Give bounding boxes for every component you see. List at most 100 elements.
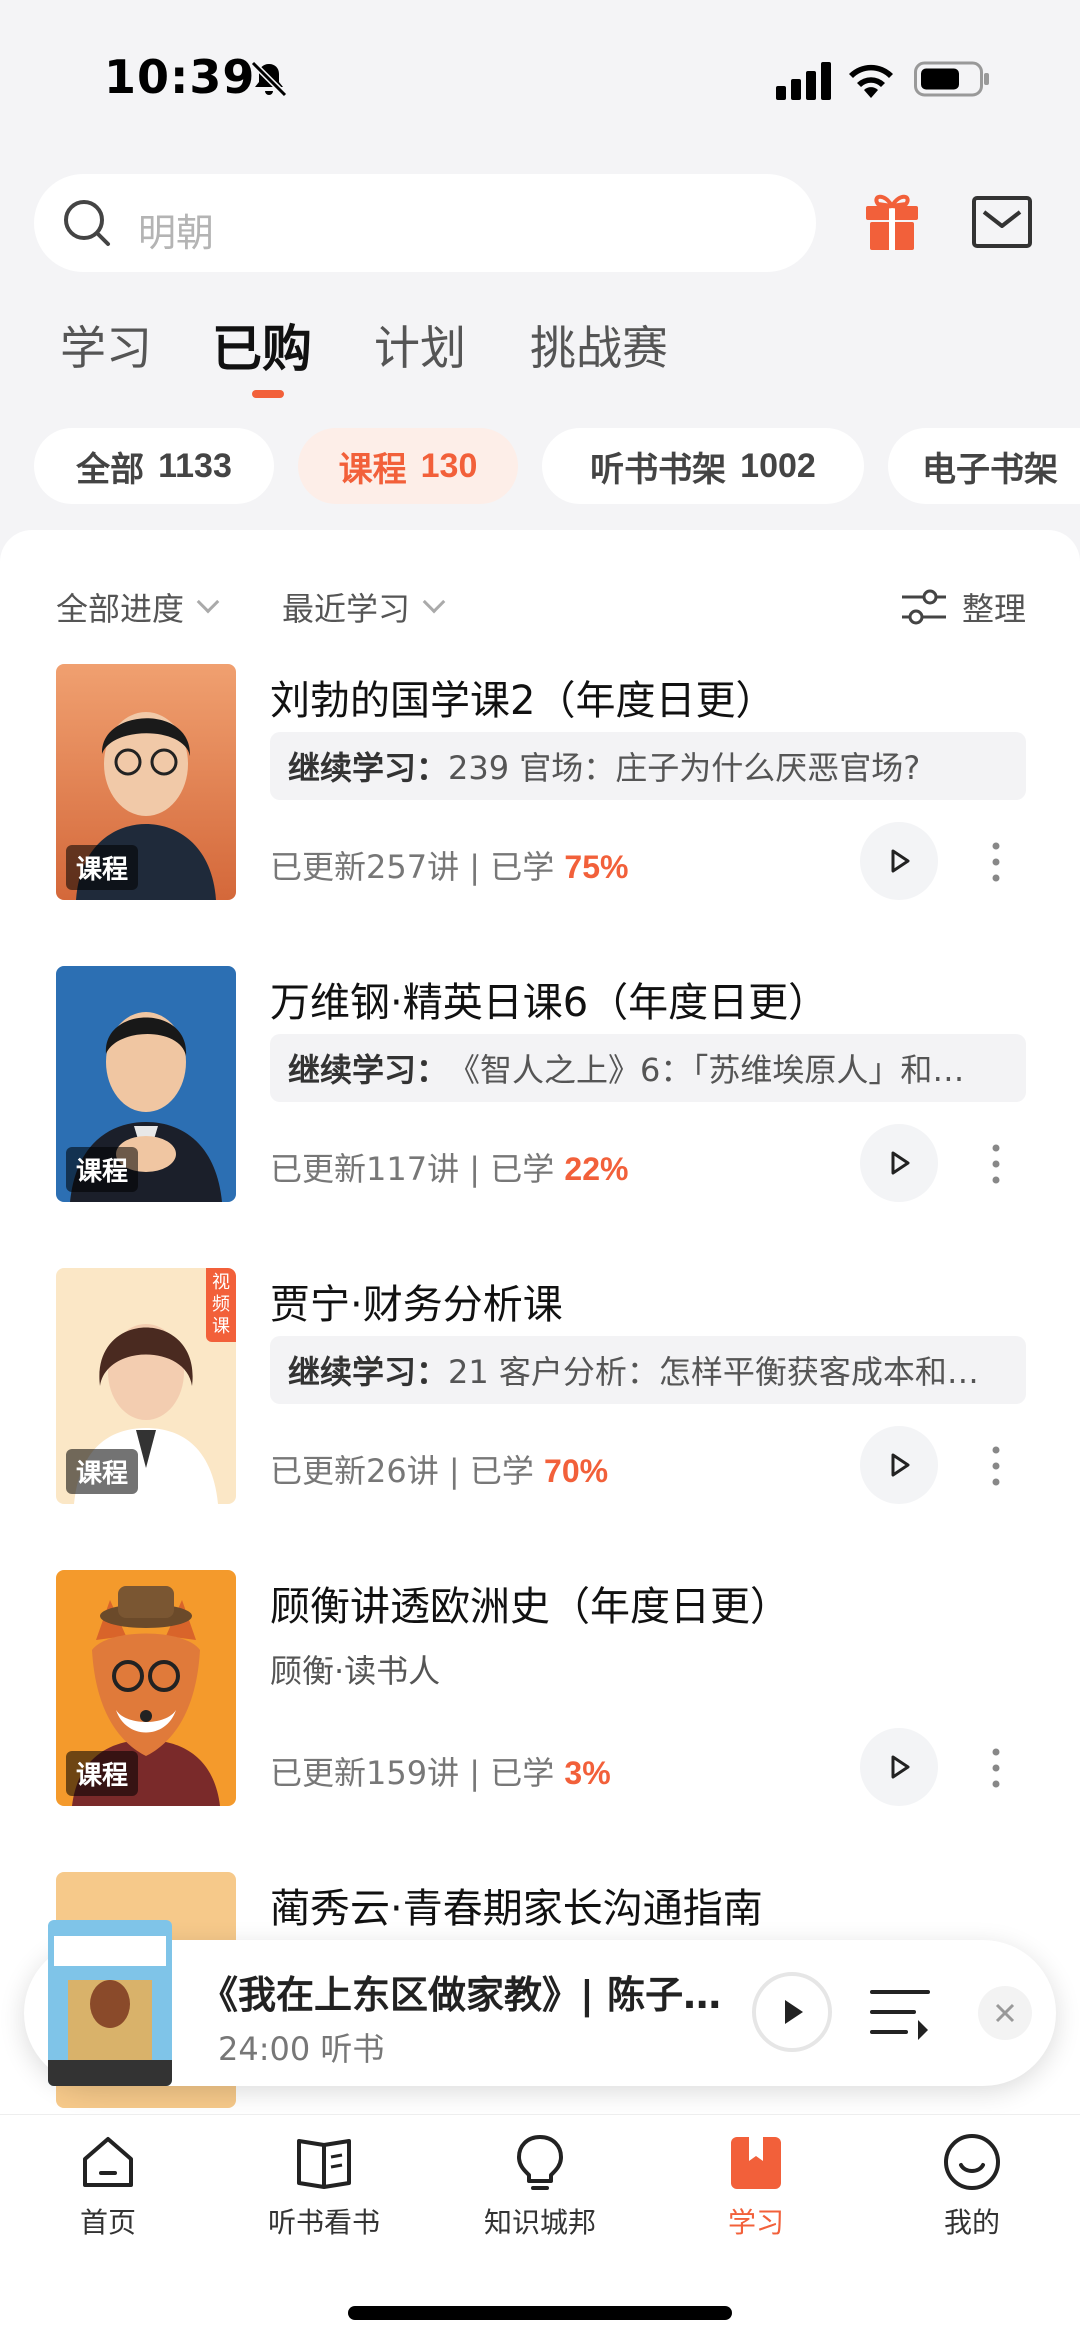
home-indicator xyxy=(348,2306,732,2320)
continue-label: 继续学习： xyxy=(288,1051,449,1089)
play-button[interactable] xyxy=(860,1124,938,1202)
continue-learning[interactable]: 继续学习： 21 客户分析：怎样平衡获客成本和… xyxy=(270,1336,1026,1404)
chip-all[interactable]: 全部 1133 xyxy=(34,428,274,504)
mini-player-play-button[interactable] xyxy=(752,1972,832,2052)
tab-purchased[interactable]: 已购 xyxy=(212,309,312,381)
play-icon xyxy=(891,1453,910,1477)
sort-row: 全部进度 最近学习 整理 xyxy=(0,584,1080,634)
course-title: 万维钢·精英日课6（年度日更） xyxy=(270,980,829,1026)
more-icon[interactable] xyxy=(984,838,1008,886)
mini-player[interactable]: 《我在上东区做家教》| 陈子… 24:00 听书 xyxy=(24,1920,1056,2086)
course-item[interactable]: 课程 顾衡讲透欧洲史（年度日更） 顾衡·读书人 已更新159讲 | 已学 3% xyxy=(0,1570,1080,1810)
continue-label: 继续学习： xyxy=(288,1353,449,1391)
course-title: 顾衡讲透欧洲史（年度日更） xyxy=(270,1584,790,1630)
chip-ebook-shelf[interactable]: 电子书架 xyxy=(888,428,1080,504)
tab-indicator xyxy=(252,390,284,398)
course-meta: 已更新159讲 | 已学 3% xyxy=(270,1748,611,1794)
organize-label: 整理 xyxy=(961,590,1026,628)
course-tag: 课程 xyxy=(66,1751,139,1796)
gift-icon[interactable] xyxy=(864,190,920,252)
wifi-icon xyxy=(849,64,893,98)
status-bar: 10:39 xyxy=(0,0,1080,150)
nav-label: 我的 xyxy=(943,2206,1000,2239)
nav-books[interactable]: 听书看书 xyxy=(244,2131,404,2271)
profile-icon xyxy=(944,2134,1000,2190)
tab-challenge[interactable]: 挑战赛 xyxy=(530,312,668,378)
chip-audiobook-shelf[interactable]: 听书书架 1002 xyxy=(542,428,864,504)
nav-home[interactable]: 首页 xyxy=(28,2131,188,2271)
continue-text: 《智人之上》6：「苏维埃原人」和… xyxy=(448,1051,965,1089)
chip-count: 1133 xyxy=(158,446,232,485)
chevron-down-icon xyxy=(196,590,220,614)
chip-courses[interactable]: 课程 130 xyxy=(298,428,518,504)
course-cover: 视频课 课程 xyxy=(56,1268,236,1504)
bell-off-icon xyxy=(250,60,288,98)
play-button[interactable] xyxy=(860,1728,938,1806)
tab-study[interactable]: 学习 xyxy=(60,312,152,378)
chip-count: 130 xyxy=(420,446,478,485)
continue-learning[interactable]: 继续学习： 239 官场：庄子为什么厌恶官场? xyxy=(270,732,1026,800)
course-progress-percent: 75% xyxy=(564,849,629,885)
course-tag: 课程 xyxy=(66,845,139,890)
course-item[interactable]: 视频课 课程 贾宁·财务分析课 继续学习： 21 客户分析：怎样平衡获客成本和… … xyxy=(0,1268,1080,1508)
mail-icon[interactable] xyxy=(972,196,1032,248)
sliders-icon xyxy=(901,589,946,625)
mini-player-cover xyxy=(48,1920,172,2086)
chip-label: 电子书架 xyxy=(922,449,1058,490)
more-icon[interactable] xyxy=(984,1442,1008,1490)
play-button[interactable] xyxy=(860,822,938,900)
course-progress-percent: 3% xyxy=(564,1755,611,1791)
play-button[interactable] xyxy=(860,1426,938,1504)
continue-text: 21 客户分析：怎样平衡获客成本和… xyxy=(448,1353,979,1391)
nav-study[interactable]: 学习 xyxy=(676,2131,836,2271)
mini-player-close-button[interactable] xyxy=(978,1986,1032,2040)
battery-icon xyxy=(914,61,989,97)
nav-label: 听书看书 xyxy=(267,2206,380,2239)
filter-chips: 全部 1133 课程 130 听书书架 1002 电子书架 xyxy=(0,428,1080,504)
play-icon xyxy=(785,2000,803,2024)
book-cover-image xyxy=(48,1920,172,2086)
course-cover: 课程 xyxy=(56,664,236,900)
video-course-tag: 视频课 xyxy=(206,1268,236,1342)
course-list-panel: 全部进度 最近学习 整理 课程 刘勃的国学课2（年度日更） 继续学习： 239 … xyxy=(0,530,1080,2120)
course-progress-text: 已更新26讲 | 已学 xyxy=(270,1452,545,1490)
play-icon xyxy=(891,1755,910,1779)
search-placeholder: 明朝 xyxy=(138,211,215,255)
nav-profile[interactable]: 我的 xyxy=(892,2131,1052,2271)
course-progress-text: 已更新257讲 | 已学 xyxy=(270,848,565,886)
chip-label: 课程 xyxy=(338,449,407,490)
course-tag: 课程 xyxy=(66,1449,139,1494)
course-item[interactable]: 课程 万维钢·精英日课6（年度日更） 继续学习： 《智人之上》6：「苏维埃原人」和… xyxy=(0,966,1080,1206)
nav-label: 首页 xyxy=(79,2206,136,2239)
nav-label: 知识城邦 xyxy=(483,2206,596,2239)
playlist-icon[interactable] xyxy=(870,1986,930,2040)
course-cover: 课程 xyxy=(56,966,236,1202)
nav-label: 学习 xyxy=(727,2206,784,2239)
course-meta: 已更新117讲 | 已学 22% xyxy=(270,1144,628,1190)
tab-plan[interactable]: 计划 xyxy=(374,312,466,378)
course-progress-percent: 22% xyxy=(564,1151,629,1187)
course-progress-text: 已更新159讲 | 已学 xyxy=(270,1754,565,1792)
study-icon xyxy=(731,2137,781,2189)
signal-icon xyxy=(776,62,831,100)
course-item[interactable]: 课程 刘勃的国学课2（年度日更） 继续学习： 239 官场：庄子为什么厌恶官场? … xyxy=(0,664,1080,904)
play-icon xyxy=(891,1151,910,1175)
status-time: 10:39 xyxy=(104,50,256,104)
chip-label: 全部 xyxy=(76,449,145,490)
bulb-icon xyxy=(517,2135,563,2190)
search-input[interactable]: 明朝 xyxy=(34,174,816,272)
progress-filter-dropdown[interactable]: 全部进度 xyxy=(56,584,220,630)
home-icon xyxy=(83,2137,133,2187)
more-icon[interactable] xyxy=(984,1744,1008,1792)
course-title: 贾宁·财务分析课 xyxy=(270,1282,563,1328)
continue-text: 239 官场：庄子为什么厌恶官场? xyxy=(448,749,921,787)
course-tag: 课程 xyxy=(66,1147,139,1192)
organize-button[interactable]: 整理 xyxy=(900,584,1026,630)
chevron-down-icon xyxy=(422,590,446,614)
nav-knowledge-city[interactable]: 知识城邦 xyxy=(460,2131,620,2271)
continue-learning[interactable]: 继续学习： 《智人之上》6：「苏维埃原人」和… xyxy=(270,1034,1026,1102)
more-icon[interactable] xyxy=(984,1140,1008,1188)
close-icon xyxy=(995,2003,1015,2023)
course-cover: 课程 xyxy=(56,1570,236,1806)
sort-dropdown[interactable]: 最近学习 xyxy=(282,584,446,630)
